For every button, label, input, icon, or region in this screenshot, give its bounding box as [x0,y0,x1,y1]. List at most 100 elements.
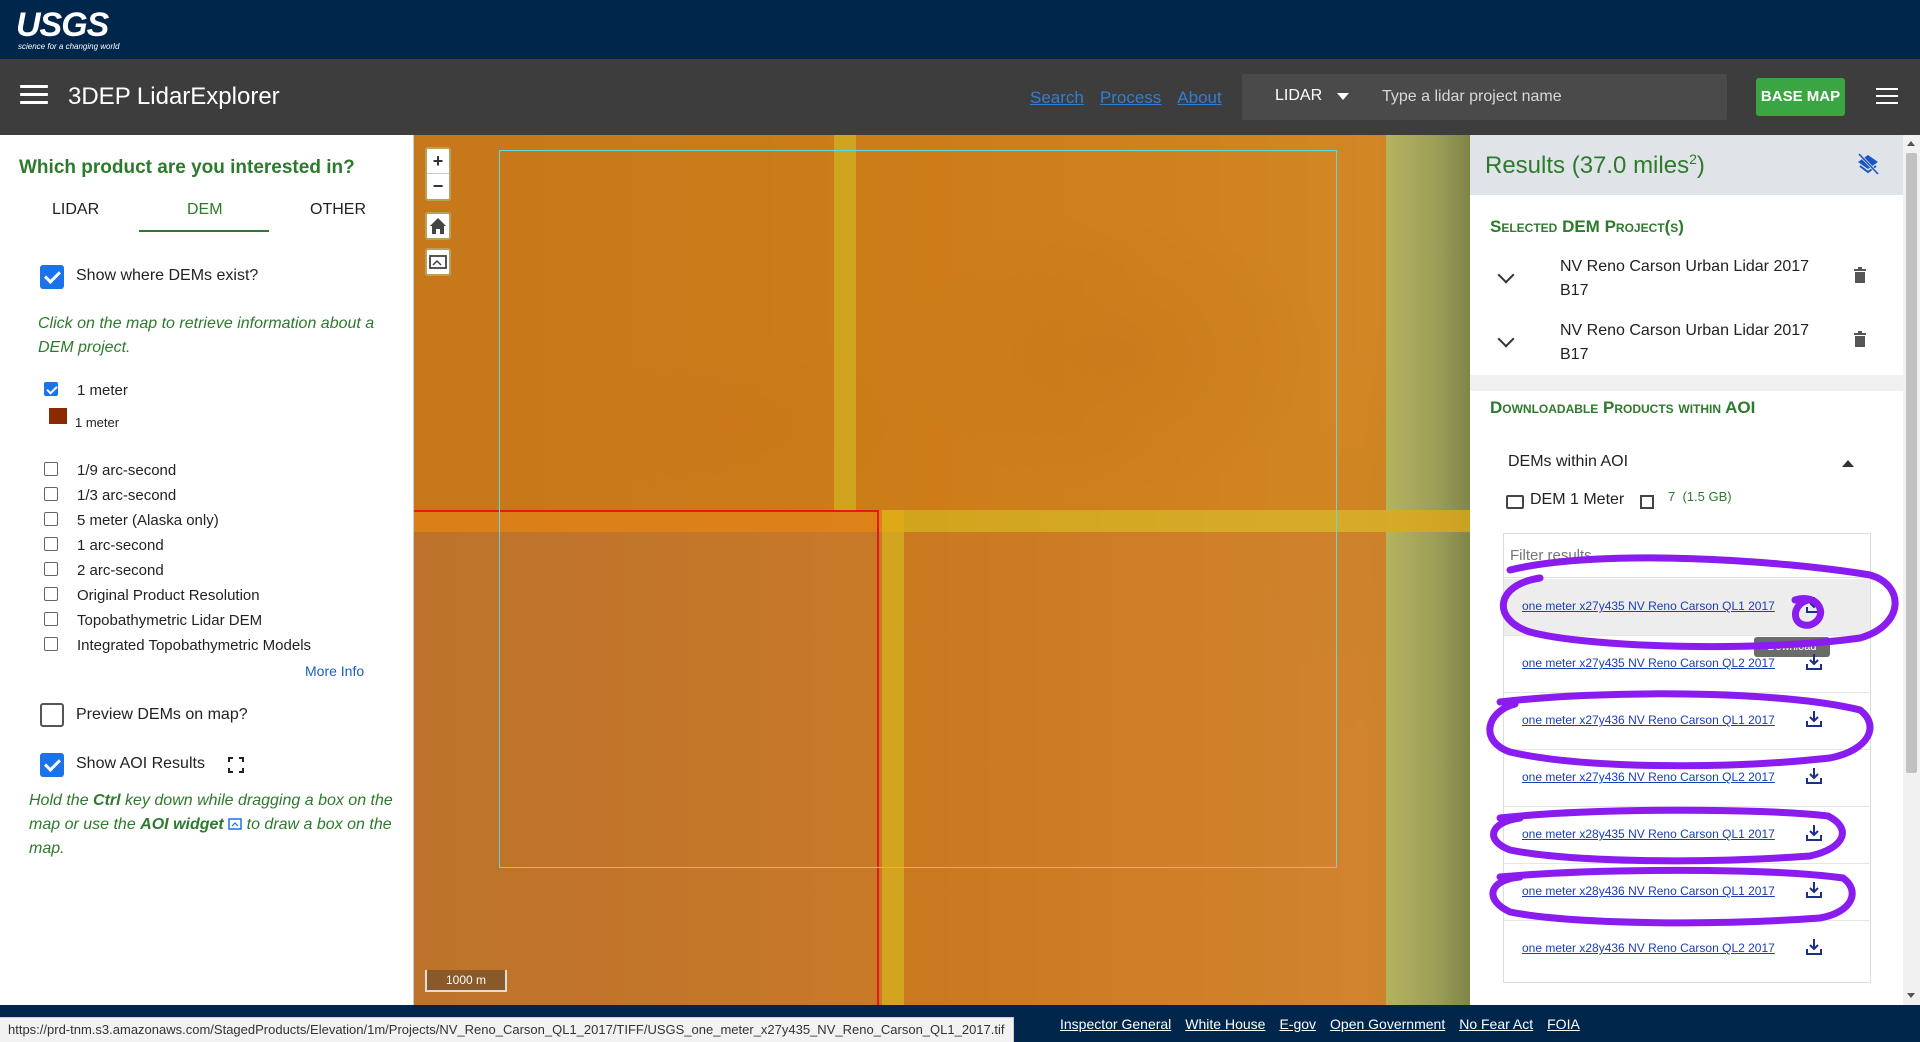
resolution-label: 5 meter (Alaska only) [77,512,219,529]
resolution-label: Topobathymetric Lidar DEM [77,612,263,629]
file-link[interactable]: one meter x27y435 NV Reno Carson QL2 201… [1522,656,1775,670]
usgs-banner: USGS science for a changing world [0,0,1920,59]
more-info-link[interactable]: More Info [305,663,364,679]
download-icon[interactable] [1804,823,1824,843]
aoi-widget-icon [228,818,242,830]
project-name: NV Reno Carson Urban Lidar 2017 B17 [1560,258,1810,299]
download-icon[interactable] [1804,937,1824,957]
aoi-hint: Hold the Ctrl key down while dragging a … [29,789,399,861]
results-scrollbar[interactable] [1903,135,1920,1005]
file-list: one meter x27y435 NV Reno Carson QL1 201… [1503,533,1871,983]
resolution-checkbox[interactable] [44,587,58,601]
results-title-close: ) [1696,152,1705,179]
home-button[interactable] [425,212,451,240]
chevron-down-icon[interactable] [1497,266,1515,284]
aoi-widget-button[interactable] [425,248,451,276]
menu-icon[interactable] [1876,88,1898,106]
file-row: one meter x27y436 NV Reno Carson QL2 201… [1504,750,1870,807]
resolution-label: Original Product Resolution [77,587,260,604]
usgs-logo[interactable]: USGS science for a changing world [16,8,119,52]
resolution-checkbox-1m[interactable] [44,382,58,396]
footer-link[interactable]: White House [1185,1016,1265,1032]
legend-label: 1 meter [75,415,120,430]
show-aoi-checkbox[interactable] [40,753,64,777]
results-body: Selected DEM Project(s) NV Reno Carson U… [1470,195,1903,1005]
file-row: one meter x27y435 NV Reno Carson QL1 201… [1504,579,1870,657]
footer-link[interactable]: Inspector General [1060,1016,1171,1032]
nav-search-link[interactable]: Search [1030,88,1084,107]
file-size: (1.5 GB) [1682,489,1732,504]
resolution-checkbox[interactable] [44,612,58,626]
project-row: NV Reno Carson Urban Lidar 2017 B17 [1470,319,1903,383]
trash-icon[interactable] [1853,267,1867,283]
footer-link[interactable]: No Fear Act [1459,1016,1533,1032]
file-link[interactable]: one meter x28y435 NV Reno Carson QL1 201… [1522,827,1775,841]
resolution-checkbox[interactable] [44,487,58,501]
file-link[interactable]: one meter x27y435 NV Reno Carson QL1 201… [1522,599,1775,613]
fullscreen-icon[interactable] [228,757,244,773]
tab-other[interactable]: OTHER [310,201,366,219]
hamburger-icon[interactable] [20,85,48,109]
file-row: one meter x28y436 NV Reno Carson QL1 201… [1504,864,1870,921]
download-icon[interactable] [1804,880,1824,900]
nav-process-link[interactable]: Process [1100,88,1161,107]
app-title: 3DEP LidarExplorer [68,83,280,110]
resolution-checkbox[interactable] [44,537,58,551]
product-question: Which product are you interested in? [19,157,355,178]
zoom-out-button[interactable]: − [427,174,449,199]
project-search-input[interactable] [1382,82,1712,112]
list-icon[interactable] [1640,495,1654,509]
aoi-widget-icon [429,255,447,269]
results-title-sup: 2 [1689,151,1697,167]
trash-icon[interactable] [1853,331,1867,347]
basemap-terrain-strip [1386,135,1470,1005]
base-map-button[interactable]: BASE MAP [1756,78,1845,116]
search-type-select[interactable]: LIDAR [1275,87,1322,105]
download-icon[interactable] [1804,595,1824,615]
resolution-label: 1/3 arc-second [77,487,177,504]
dems-within-aoi[interactable]: DEMs within AOI [1508,453,1628,471]
aoi-hint-text: Hold the [29,792,94,809]
resolution-label: 1 arc-second [77,537,164,554]
download-icon[interactable] [1804,709,1824,729]
file-link[interactable]: one meter x28y436 NV Reno Carson QL2 201… [1522,941,1775,955]
footer-link[interactable]: FOIA [1547,1016,1580,1032]
resolution-checkbox[interactable] [44,462,58,476]
scroll-thumb[interactable] [1906,153,1917,773]
nav-about-link[interactable]: About [1177,88,1221,107]
zoom-in-button[interactable]: + [427,149,449,174]
resolution-checkbox[interactable] [44,512,58,526]
show-dems-checkbox[interactable] [40,265,64,289]
resolution-checkbox[interactable] [44,562,58,576]
caret-up-icon[interactable] [1842,460,1854,467]
show-aoi-label: Show AOI Results [76,755,205,772]
footer-links: Inspector General White House E-gov Open Go… [1060,1016,1594,1032]
layers-off-icon[interactable] [1855,151,1881,177]
scroll-up-arrow[interactable] [1907,141,1915,146]
tab-lidar[interactable]: LIDAR [52,201,99,219]
download-icon[interactable] [1804,766,1824,786]
caret-down-icon[interactable] [1337,93,1349,100]
map-click-hint: Click on the map to retrieve information… [38,315,375,356]
folder-label: DEM 1 Meter [1530,491,1625,508]
footer-link[interactable]: E-gov [1279,1016,1316,1032]
tab-dem[interactable]: DEM [187,201,223,219]
download-icon[interactable] [1804,652,1824,672]
footer-link[interactable]: Open Government [1330,1016,1445,1032]
scroll-down-arrow[interactable] [1907,993,1915,998]
resolution-checkbox[interactable] [44,637,58,651]
downloadable-heading: Downloadable Products within AOI [1490,398,1756,417]
file-link[interactable]: one meter x28y436 NV Reno Carson QL1 201… [1522,884,1775,898]
filter-results-input[interactable] [1504,534,1870,578]
chevron-down-icon[interactable] [1497,330,1515,348]
aoi-box[interactable] [499,150,1337,868]
map-view[interactable]: + − 1000 m [414,135,1470,1005]
project-name: NV Reno Carson Urban Lidar 2017 B17 [1560,322,1810,363]
zoom-control: + − [425,147,451,201]
product-panel: Which product are you interested in? LID… [0,135,414,1005]
file-row: one meter x28y436 NV Reno Carson QL2 201… [1504,921,1870,978]
scale-bar: 1000 m [425,970,507,992]
file-link[interactable]: one meter x27y436 NV Reno Carson QL1 201… [1522,713,1775,727]
preview-dems-checkbox[interactable] [40,703,64,727]
file-link[interactable]: one meter x27y436 NV Reno Carson QL2 201… [1522,770,1775,784]
